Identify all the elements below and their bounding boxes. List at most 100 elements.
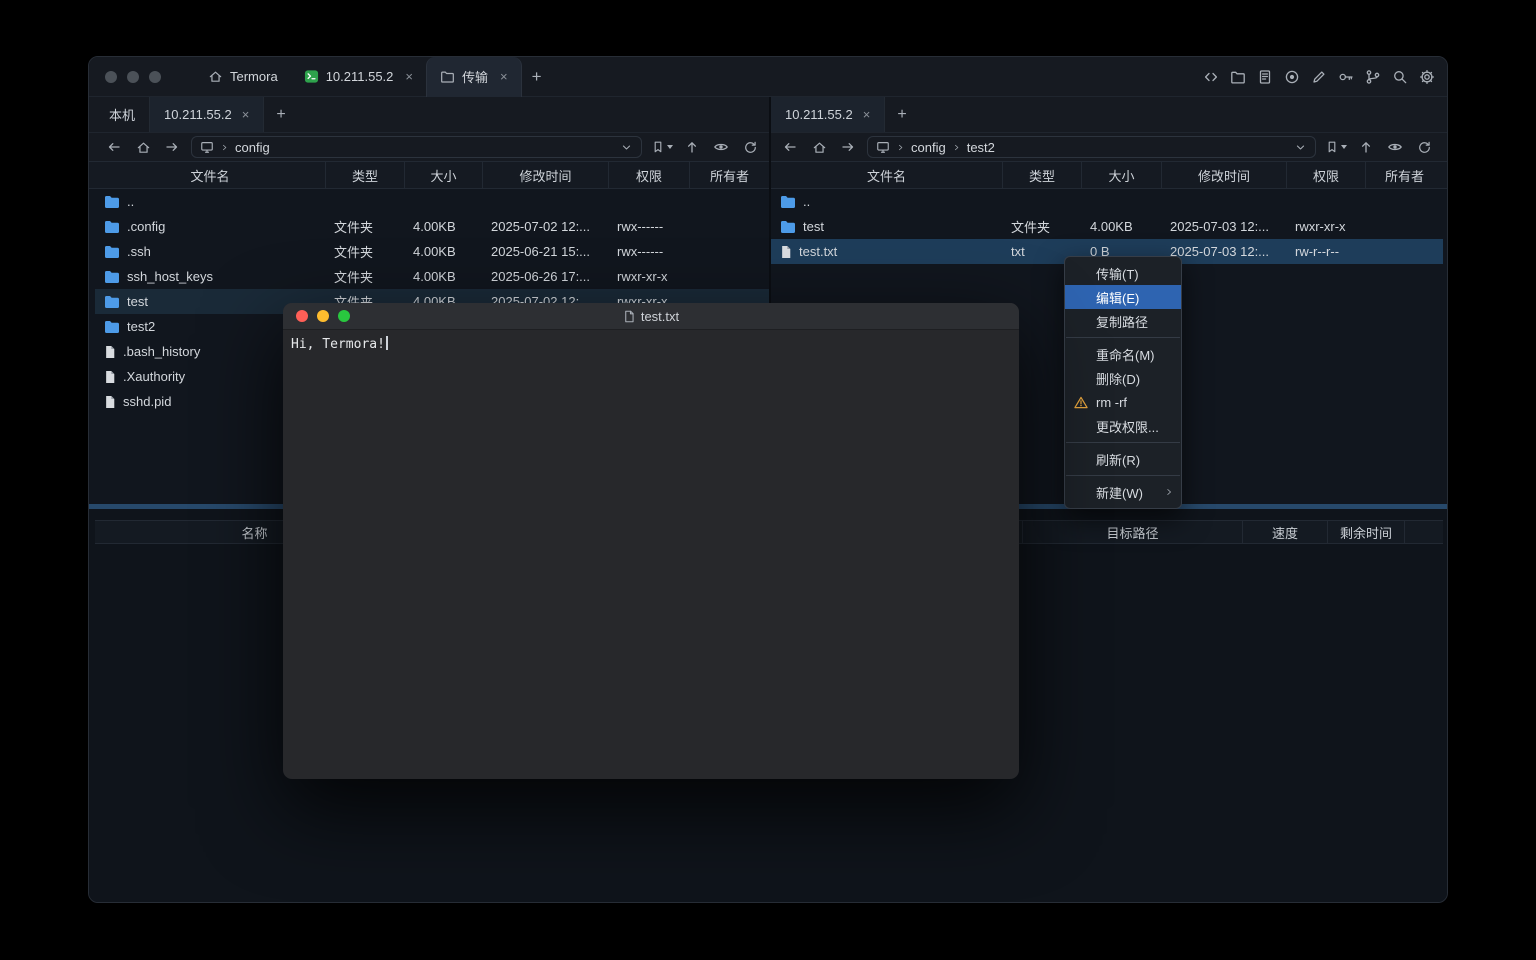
folder-icon[interactable] <box>1230 68 1246 86</box>
folder-icon <box>104 195 120 209</box>
menu-item-rename[interactable]: 重命名(M) <box>1065 342 1181 366</box>
table-row[interactable]: .config 文件夹 4.00KB 2025-07-02 12:... rwx… <box>95 214 769 239</box>
tab-host-session[interactable]: 10.211.55.2 × <box>291 57 426 97</box>
column-header[interactable]: 所有者 <box>690 162 769 188</box>
show-hidden-eye-icon[interactable] <box>711 137 731 157</box>
folder-icon <box>780 195 796 209</box>
cell-size: 4.00KB <box>405 219 483 234</box>
breadcrumb-segment[interactable]: test2 <box>967 140 995 155</box>
computer-icon <box>876 140 890 154</box>
left-tab-local[interactable]: 本机 <box>95 97 150 132</box>
gear-icon[interactable] <box>1419 68 1435 86</box>
cell-size: 4.00KB <box>405 244 483 259</box>
file-name: test2 <box>127 319 155 334</box>
table-row[interactable]: .ssh 文件夹 4.00KB 2025-06-21 15:... rwx---… <box>95 239 769 264</box>
minimize-window-button[interactable] <box>127 71 139 83</box>
column-header[interactable]: 权限 <box>609 162 690 188</box>
cell-size: 4.00KB <box>1082 219 1162 234</box>
zoom-window-button[interactable] <box>338 310 350 322</box>
column-header[interactable]: 文件名 <box>771 162 1003 188</box>
cell-perms: rw-r--r-- <box>1287 244 1366 259</box>
computer-icon <box>200 140 214 154</box>
left-new-tab-button[interactable]: + <box>264 97 297 132</box>
left-path-breadcrumb[interactable]: config <box>191 136 642 158</box>
key-icon[interactable] <box>1338 68 1354 86</box>
bookmark-icon[interactable] <box>1325 137 1347 157</box>
right-tab-host[interactable]: 10.211.55.2 × <box>771 97 885 132</box>
column-header[interactable]: 所有者 <box>1366 162 1443 188</box>
editor-content[interactable]: Hi, Termora! <box>283 330 1019 358</box>
breadcrumb-segment[interactable]: config <box>911 140 946 155</box>
menu-item-edit[interactable]: 编辑(E) <box>1065 285 1181 309</box>
close-icon[interactable]: × <box>863 107 871 122</box>
close-icon[interactable]: × <box>405 69 413 84</box>
refresh-icon[interactable] <box>1414 137 1434 157</box>
editor-title: test.txt <box>283 309 1019 324</box>
right-path-breadcrumb[interactable]: config test2 <box>867 136 1316 158</box>
back-icon[interactable] <box>780 137 800 157</box>
left-tab-host[interactable]: 10.211.55.2 × <box>150 97 264 132</box>
close-icon[interactable]: × <box>500 69 508 84</box>
menu-item-copy-path[interactable]: 复制路径 <box>1065 309 1181 333</box>
refresh-icon[interactable] <box>740 137 760 157</box>
table-row[interactable]: test 文件夹 4.00KB 2025-07-03 12:... rwxr-x… <box>771 214 1443 239</box>
window-controls <box>89 71 179 83</box>
branch-icon[interactable] <box>1365 68 1381 86</box>
column-header[interactable]: 目标路径 <box>1023 521 1243 543</box>
editor-titlebar[interactable]: test.txt <box>283 303 1019 330</box>
column-header[interactable]: 修改时间 <box>1162 162 1287 188</box>
new-tab-button[interactable]: + <box>522 57 552 97</box>
home-icon[interactable] <box>133 137 153 157</box>
minimize-window-button[interactable] <box>317 310 329 322</box>
forward-icon[interactable] <box>838 137 858 157</box>
home-icon[interactable] <box>809 137 829 157</box>
close-icon[interactable]: × <box>242 107 250 122</box>
document-icon[interactable] <box>1257 68 1273 86</box>
zoom-window-button[interactable] <box>149 71 161 83</box>
cell-type: 文件夹 <box>1003 217 1082 236</box>
back-icon[interactable] <box>104 137 124 157</box>
breadcrumb-segment[interactable]: config <box>235 140 270 155</box>
editor-title-text: test.txt <box>641 309 679 324</box>
tab-label: 本机 <box>109 105 135 124</box>
home-icon <box>208 69 223 84</box>
up-directory-icon[interactable] <box>1356 137 1376 157</box>
chevron-down-icon[interactable] <box>620 141 633 154</box>
chevron-down-icon <box>1341 145 1347 149</box>
pencil-icon[interactable] <box>1311 68 1327 86</box>
menu-item-chmod[interactable]: 更改权限... <box>1065 414 1181 438</box>
column-header[interactable]: 大小 <box>1082 162 1162 188</box>
show-hidden-eye-icon[interactable] <box>1385 137 1405 157</box>
menu-item-delete[interactable]: 删除(D) <box>1065 366 1181 390</box>
column-header[interactable]: 速度 <box>1243 521 1328 543</box>
menu-item-transfer[interactable]: 传输(T) <box>1065 261 1181 285</box>
search-icon[interactable] <box>1392 68 1408 86</box>
up-directory-icon[interactable] <box>682 137 702 157</box>
menu-item-label: rm -rf <box>1096 395 1127 410</box>
table-row[interactable]: .. <box>95 189 769 214</box>
chevron-down-icon[interactable] <box>1294 141 1307 154</box>
close-window-button[interactable] <box>105 71 117 83</box>
column-header[interactable]: 修改时间 <box>483 162 609 188</box>
column-header[interactable]: 剩余时间 <box>1328 521 1405 543</box>
file-name: .config <box>127 219 165 234</box>
record-icon[interactable] <box>1284 68 1300 86</box>
column-header[interactable]: 大小 <box>405 162 483 188</box>
forward-icon[interactable] <box>162 137 182 157</box>
column-header[interactable]: 类型 <box>326 162 405 188</box>
table-row[interactable]: .. <box>771 189 1443 214</box>
menu-item-rm-rf[interactable]: rm -rf <box>1065 390 1181 414</box>
bookmark-icon[interactable] <box>651 137 673 157</box>
cell-perms: rwxr-xr-x <box>609 269 690 284</box>
table-row[interactable]: ssh_host_keys 文件夹 4.00KB 2025-06-26 17:.… <box>95 264 769 289</box>
column-header[interactable]: 类型 <box>1003 162 1082 188</box>
menu-item-new[interactable]: 新建(W) <box>1065 480 1181 504</box>
menu-item-refresh[interactable]: 刷新(R) <box>1065 447 1181 471</box>
right-new-tab-button[interactable]: + <box>885 97 918 132</box>
tab-termora[interactable]: Termora <box>195 57 291 97</box>
tab-transfer[interactable]: 传输 × <box>426 57 522 97</box>
column-header[interactable]: 文件名 <box>95 162 326 188</box>
code-icon[interactable] <box>1203 68 1219 86</box>
column-header[interactable]: 权限 <box>1287 162 1366 188</box>
close-window-button[interactable] <box>296 310 308 322</box>
